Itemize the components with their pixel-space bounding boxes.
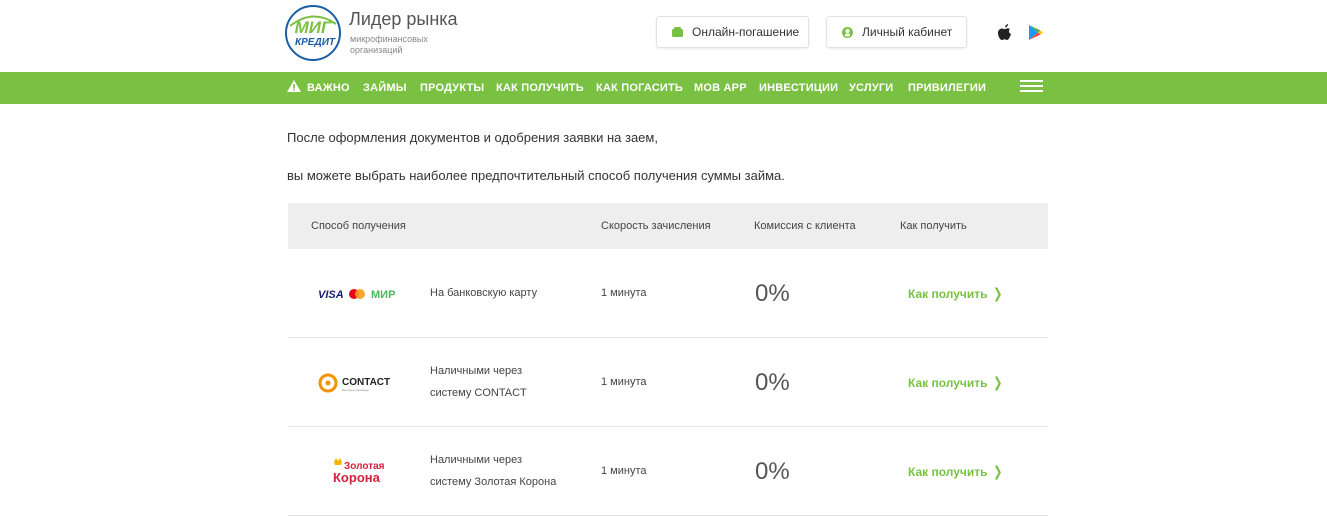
column-header-commission: Комиссия с клиента — [754, 220, 856, 232]
commission-value: 0% — [755, 280, 790, 307]
svg-text:Быстрые переводы: Быстрые переводы — [342, 388, 369, 392]
nav-item-how-to-get[interactable]: КАК ПОЛУЧИТЬ — [496, 72, 584, 104]
nav-item-privileges[interactable]: ПРИВИЛЕГИИ — [908, 72, 986, 104]
method-description: На банковскую карту — [430, 287, 538, 299]
svg-text:Корона: Корона — [333, 470, 381, 485]
method-description: Наличными через систему Золотая Корона — [430, 454, 557, 488]
transfer-speed: 1 минута — [601, 465, 647, 477]
methods-table-header: Способ получения Скорость зачисления Ком… — [288, 203, 1048, 249]
svg-text:VISA: VISA — [318, 289, 344, 301]
tagline-subtitle: микрофинансовых организаций — [350, 34, 428, 55]
zolotaya-korona-brand-logo: Золотая Корона — [333, 457, 385, 485]
tagline-title: Лидер рынка — [349, 9, 458, 29]
commission-value: 0% — [755, 369, 790, 396]
commission-value: 0% — [755, 458, 790, 485]
method-description: Наличными через систему CONTACT — [430, 365, 527, 399]
column-header-how-to-get: Как получить — [900, 220, 967, 232]
how-to-get-link[interactable]: Как получить ❯ — [908, 338, 1003, 428]
how-to-get-link[interactable]: Как получить ❯ — [908, 249, 1003, 339]
intro-line-2: вы можете выбрать наиболее предпочтитель… — [287, 168, 785, 183]
how-to-get-link[interactable]: Как получить ❯ — [908, 427, 1003, 517]
table-row: CONTACT Быстрые переводы Наличными через… — [288, 338, 1048, 427]
column-header-method: Способ получения — [311, 220, 406, 232]
nav-item-services[interactable]: УСЛУГИ — [849, 72, 893, 104]
contact-brand-logo: CONTACT Быстрые переводы — [318, 373, 390, 392]
transfer-speed: 1 минута — [601, 376, 647, 388]
user-icon — [842, 26, 853, 38]
payment-systems-logo: VISA МИР — [318, 288, 395, 301]
apple-icon[interactable] — [998, 24, 1013, 41]
online-payment-button[interactable]: Онлайн-погашение — [656, 16, 809, 48]
personal-cabinet-button[interactable]: Личный кабинет — [826, 16, 967, 48]
zolotaya-korona-logo: Золотая Корона — [332, 427, 388, 516]
visa-mastercard-mir-logo: VISA МИР — [318, 249, 402, 338]
chevron-right-icon: ❯ — [992, 374, 1003, 390]
site-header: МИГ КРЕДИТ Лидер рынка микрофинансовых о… — [0, 0, 1327, 72]
google-play-icon[interactable] — [1029, 25, 1043, 40]
nav-item-important[interactable]: ВАЖНО — [287, 72, 350, 104]
nav-item-products[interactable]: ПРОДУКТЫ — [420, 72, 484, 104]
wallet-icon — [672, 26, 683, 37]
hamburger-icon[interactable] — [1020, 80, 1043, 94]
contact-logo: CONTACT Быстрые переводы — [318, 338, 392, 427]
main-navigation: ВАЖНО ЗАЙМЫ ПРОДУКТЫ КАК ПОЛУЧИТЬ КАК ПО… — [0, 72, 1327, 104]
svg-text:КРЕДИТ: КРЕДИТ — [295, 37, 336, 48]
chevron-right-icon: ❯ — [992, 463, 1003, 479]
svg-text:МИГ: МИГ — [295, 18, 333, 37]
nav-item-mob-app[interactable]: МОВ АРР — [694, 72, 747, 104]
nav-label-important: ВАЖНО — [307, 82, 350, 94]
table-row: Золотая Корона Наличными через систему З… — [288, 427, 1048, 516]
transfer-speed: 1 минута — [601, 287, 647, 299]
column-header-speed: Скорость зачисления — [601, 220, 711, 232]
chevron-right-icon: ❯ — [992, 285, 1003, 301]
intro-line-1: После оформления документов и одобрения … — [287, 130, 658, 145]
mig-credit-logo[interactable]: МИГ КРЕДИТ — [284, 4, 342, 62]
nav-item-loans[interactable]: ЗАЙМЫ — [363, 72, 407, 104]
personal-cabinet-label: Личный кабинет — [862, 25, 953, 39]
nav-item-how-to-repay[interactable]: КАК ПОГАСИТЬ — [596, 72, 683, 104]
warning-icon — [287, 80, 301, 92]
svg-text:МИР: МИР — [371, 289, 395, 301]
online-payment-label: Онлайн-погашение — [692, 25, 800, 39]
table-row: VISA МИР На банковскую карту 1 минута 0%… — [288, 249, 1048, 338]
nav-item-investments[interactable]: ИНВЕСТИЦИИ — [759, 72, 838, 104]
svg-text:CONTACT: CONTACT — [342, 377, 390, 388]
